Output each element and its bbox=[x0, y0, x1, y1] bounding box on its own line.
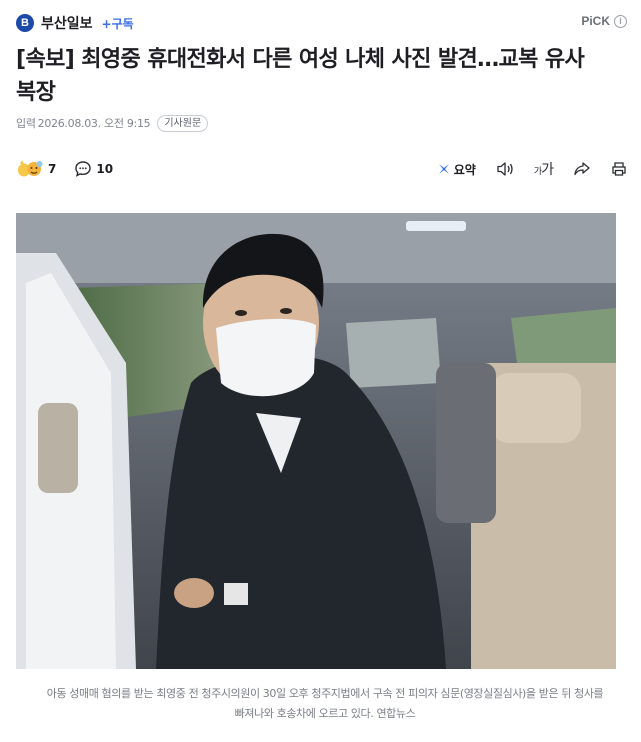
info-icon[interactable]: i bbox=[614, 14, 627, 28]
press-logo[interactable]: B bbox=[16, 14, 34, 32]
article-photo bbox=[16, 213, 616, 669]
subscribe-button[interactable]: +구독 bbox=[102, 15, 134, 32]
reaction-button[interactable]: 7 bbox=[16, 159, 56, 179]
original-article-button[interactable]: 기사원문 bbox=[157, 114, 209, 132]
print-button[interactable] bbox=[611, 161, 627, 177]
print-icon bbox=[612, 162, 626, 176]
comment-button[interactable]: 10 bbox=[74, 160, 113, 178]
article-tools: 요약 가가 bbox=[417, 159, 627, 179]
pick-badge[interactable]: PiCK i bbox=[581, 14, 627, 28]
font-size-icon: 가가 bbox=[533, 162, 554, 178]
article-title: [속보] 최영중 휴대전화서 다른 여성 나체 사진 발견…교복 유사 복장 bbox=[16, 47, 585, 105]
reaction-count: 7 bbox=[48, 162, 57, 176]
comment-icon bbox=[75, 161, 92, 177]
summary-button[interactable]: 요약 bbox=[437, 161, 476, 178]
summary-icon bbox=[438, 164, 449, 174]
action-bar: 7 10 요약 가가 bbox=[16, 157, 627, 181]
audio-button[interactable] bbox=[496, 161, 514, 177]
article-info: 입력 2026.08.03. 오전 9:15 기사원문 bbox=[16, 114, 209, 132]
audio-icon bbox=[497, 162, 513, 176]
press-name[interactable]: 부산일보 bbox=[41, 13, 93, 33]
publish-date: 2026.08.03. 오전 9:15 bbox=[37, 117, 151, 130]
share-icon bbox=[574, 162, 590, 176]
date-label: 입력 bbox=[16, 117, 36, 130]
photo-caption: 아동 성매매 혐의를 받는 최영중 전 청주시의원이 30일 오후 청주지법에서… bbox=[46, 687, 604, 720]
font-size-button[interactable]: 가가 bbox=[533, 159, 554, 179]
pick-label: PiCK bbox=[581, 14, 610, 28]
share-button[interactable] bbox=[573, 161, 591, 177]
press-header: B 부산일보 +구독 bbox=[16, 12, 134, 34]
summary-label: 요약 bbox=[453, 162, 476, 177]
reaction-emoji-icon bbox=[18, 160, 43, 177]
comment-count: 10 bbox=[96, 162, 114, 176]
